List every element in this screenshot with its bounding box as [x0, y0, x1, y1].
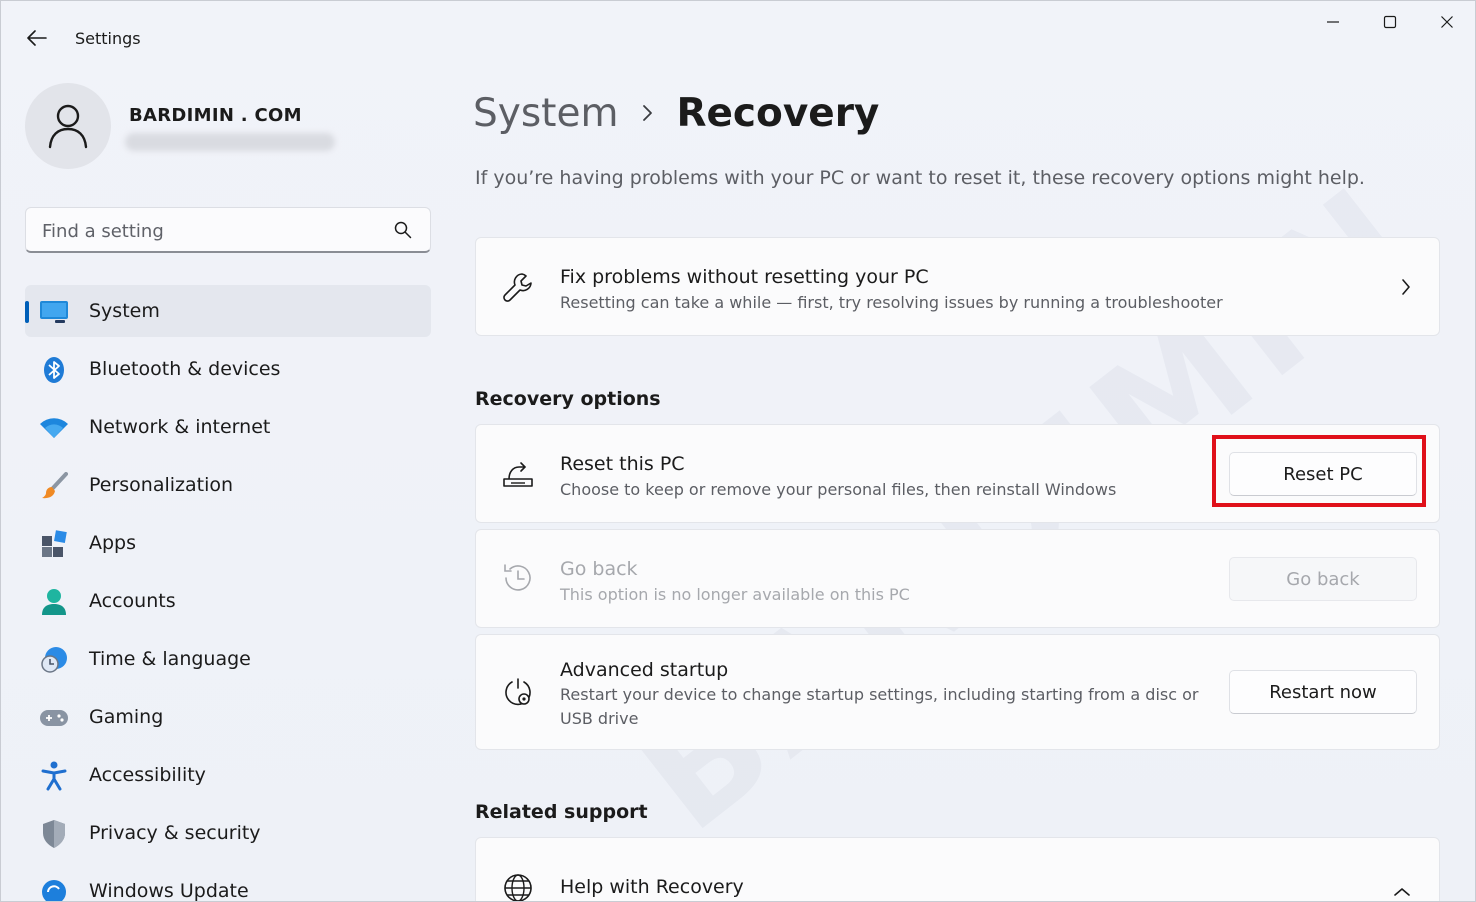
advanced-startup-icon	[500, 675, 536, 711]
page-title: Recovery	[676, 90, 880, 136]
globe-icon	[500, 870, 536, 901]
card-description: Restart your device to change startup se…	[560, 685, 1199, 728]
highlight-annotation	[1212, 435, 1426, 507]
sidebar-item-accounts[interactable]: Accounts	[25, 575, 431, 627]
sidebar-item-privacy-security[interactable]: Privacy & security	[25, 807, 431, 859]
user-icon	[48, 104, 88, 149]
app-title: Settings	[75, 29, 141, 48]
update-icon	[39, 878, 69, 901]
help-with-recovery-card[interactable]: Help with Recovery	[475, 837, 1440, 901]
sidebar-item-windows-update[interactable]: Windows Update	[25, 865, 431, 902]
title-bar: Settings	[1, 1, 1475, 75]
minimize-button[interactable]	[1305, 7, 1361, 37]
page-description: If you’re having problems with your PC o…	[475, 167, 1365, 189]
minimize-icon	[1327, 21, 1339, 23]
chevron-right-icon	[642, 104, 654, 122]
sidebar-item-label: Gaming	[89, 706, 164, 728]
sidebar-item-gaming[interactable]: Gaming	[25, 691, 431, 743]
profile-email-blurred	[125, 133, 335, 151]
go-back-button: Go back	[1229, 557, 1417, 601]
sidebar-item-network[interactable]: Network & internet	[25, 401, 431, 453]
section-title-related-support: Related support	[475, 801, 648, 823]
globe-clock-icon	[39, 646, 69, 674]
avatar[interactable]	[25, 83, 111, 169]
sidebar-item-bluetooth[interactable]: Bluetooth & devices	[25, 343, 431, 395]
sidebar-item-label: Apps	[89, 532, 137, 554]
reset-pc-icon	[500, 455, 536, 491]
sidebar-item-accessibility[interactable]: Accessibility	[25, 749, 431, 801]
sidebar-item-label: Accessibility	[89, 764, 206, 786]
bluetooth-icon	[39, 356, 69, 384]
sidebar-item-label: System	[89, 300, 160, 322]
sidebar-item-personalization[interactable]: Personalization	[25, 459, 431, 511]
sidebar-item-label: Accounts	[89, 590, 176, 612]
restart-now-button[interactable]: Restart now	[1229, 670, 1417, 714]
card-title: Reset this PC	[560, 453, 685, 475]
wifi-icon	[39, 414, 69, 442]
maximize-button[interactable]	[1362, 7, 1418, 37]
section-title-recovery-options: Recovery options	[475, 388, 661, 410]
back-arrow-icon	[27, 30, 47, 46]
history-icon	[500, 560, 536, 596]
sidebar-item-label: Privacy & security	[89, 822, 261, 844]
sidebar-item-label: Windows Update	[89, 880, 249, 902]
system-icon	[39, 298, 69, 326]
sidebar-item-label: Personalization	[89, 474, 234, 496]
sidebar-item-label: Network & internet	[89, 416, 271, 438]
profile-name: BARDIMIN . COM	[129, 105, 302, 126]
card-description: This option is no longer available on th…	[560, 585, 910, 604]
apps-icon	[39, 530, 69, 558]
person-icon	[39, 588, 69, 616]
sidebar-item-label: Time & language	[89, 648, 251, 670]
close-button[interactable]	[1419, 7, 1475, 37]
sidebar-item-label: Bluetooth & devices	[89, 358, 281, 380]
back-button[interactable]	[21, 23, 53, 53]
gamepad-icon	[39, 704, 69, 732]
card-title: Advanced startup	[560, 659, 729, 681]
card-description: Resetting can take a while — first, try …	[560, 293, 1223, 312]
wrench-icon	[500, 269, 536, 305]
brush-icon	[39, 472, 69, 500]
fix-problems-card[interactable]: Fix problems without resetting your PC R…	[475, 237, 1440, 336]
maximize-icon	[1383, 15, 1397, 29]
chevron-right-icon	[1401, 278, 1411, 300]
breadcrumb: System Recovery	[473, 83, 879, 143]
sidebar-item-apps[interactable]: Apps	[25, 517, 431, 569]
accessibility-icon	[39, 761, 69, 791]
card-title: Go back	[560, 558, 638, 580]
search-icon[interactable]	[394, 221, 412, 239]
sidebar-item-system[interactable]: System	[25, 285, 431, 337]
search-box[interactable]	[25, 207, 431, 253]
close-icon	[1441, 16, 1453, 28]
sidebar-nav: System Bluetooth & devices Network & int…	[25, 285, 431, 902]
shield-icon	[39, 820, 69, 848]
sidebar-item-time-language[interactable]: Time & language	[25, 633, 431, 685]
go-back-card: Go back This option is no longer availab…	[475, 529, 1440, 628]
card-title: Help with Recovery	[560, 876, 744, 898]
search-input[interactable]	[40, 216, 384, 246]
card-title: Fix problems without resetting your PC	[560, 266, 929, 288]
advanced-startup-card: Advanced startup Restart your device to …	[475, 634, 1440, 750]
card-description: Choose to keep or remove your personal f…	[560, 480, 1117, 499]
settings-window: Settings BARDIMIN . COM System	[0, 0, 1476, 902]
breadcrumb-parent[interactable]: System	[473, 91, 618, 136]
chevron-up-icon[interactable]	[1393, 882, 1411, 901]
